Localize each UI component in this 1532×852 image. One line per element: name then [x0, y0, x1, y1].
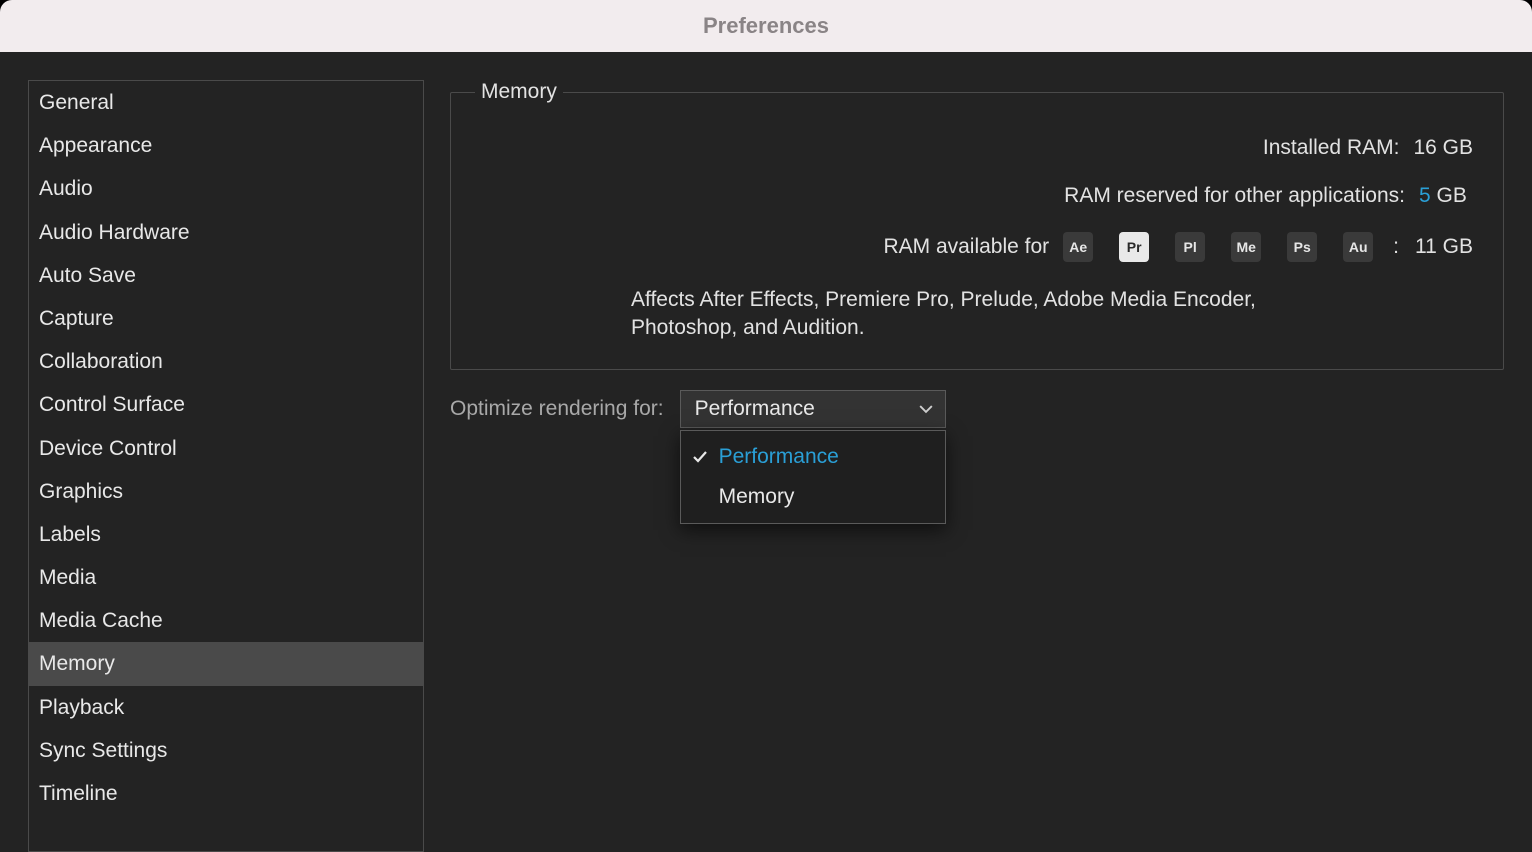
window-titlebar: Preferences [0, 0, 1532, 52]
reserved-ram-row: RAM reserved for other applications: 5 G… [481, 184, 1473, 208]
app-icon-me: Me [1231, 232, 1261, 262]
app-icon-pl: Pl [1175, 232, 1205, 262]
sidebar-item-memory[interactable]: Memory [29, 642, 423, 685]
sidebar-item-auto-save[interactable]: Auto Save [29, 254, 423, 297]
preferences-body: GeneralAppearanceAudioAudio HardwareAuto… [0, 52, 1532, 852]
check-icon [691, 449, 709, 465]
sidebar-item-device-control[interactable]: Device Control [29, 427, 423, 470]
installed-ram-row: Installed RAM: 16 GB [481, 136, 1473, 160]
sidebar-item-graphics[interactable]: Graphics [29, 470, 423, 513]
app-icon-au: Au [1343, 232, 1373, 262]
sidebar-item-media-cache[interactable]: Media Cache [29, 599, 423, 642]
reserved-ram-label: RAM reserved for other applications: [1064, 184, 1405, 208]
sidebar-item-collaboration[interactable]: Collaboration [29, 340, 423, 383]
installed-ram-value: 16 GB [1413, 136, 1473, 160]
sidebar-item-timeline[interactable]: Timeline [29, 772, 423, 815]
optimize-dropdown[interactable]: Performance [680, 390, 946, 428]
optimize-dropdown-menu: Performance Memory [680, 430, 946, 524]
app-icon-ps: Ps [1287, 232, 1317, 262]
affects-text: Affects After Effects, Premiere Pro, Pre… [631, 286, 1311, 343]
reserved-ram-number: 5 [1419, 184, 1431, 207]
sidebar-item-appearance[interactable]: Appearance [29, 124, 423, 167]
memory-legend: Memory [475, 80, 563, 104]
sidebar-item-control-surface[interactable]: Control Surface [29, 383, 423, 426]
optimize-option-performance[interactable]: Performance [681, 437, 945, 477]
reserved-ram-unit: GB [1431, 184, 1467, 207]
sidebar-item-capture[interactable]: Capture [29, 297, 423, 340]
optimize-option-memory[interactable]: Memory [681, 477, 945, 517]
optimize-row: Optimize rendering for: Performance Perf… [450, 390, 1504, 428]
installed-ram-label: Installed RAM: [1263, 136, 1400, 160]
optimize-option-label: Memory [719, 485, 795, 509]
available-ram-value: 11 GB [1415, 235, 1473, 259]
window-title: Preferences [703, 13, 829, 39]
optimize-selected: Performance [695, 397, 815, 421]
optimize-dropdown-wrap: Performance PerformanceMemory [680, 390, 946, 428]
preferences-window: Preferences GeneralAppearanceAudioAudio … [0, 0, 1532, 852]
sidebar-item-media[interactable]: Media [29, 556, 423, 599]
sidebar-item-audio-hardware[interactable]: Audio Hardware [29, 211, 423, 254]
chevron-down-icon [919, 402, 933, 416]
optimize-option-label: Performance [719, 445, 839, 469]
sidebar-item-playback[interactable]: Playback [29, 686, 423, 729]
available-colon: : [1393, 235, 1399, 259]
app-icon-pr: Pr [1119, 232, 1149, 262]
app-icons: Ae Pr Pl Me Ps Au [1063, 232, 1373, 262]
sidebar-item-audio[interactable]: Audio [29, 167, 423, 210]
preferences-sidebar: GeneralAppearanceAudioAudio HardwareAuto… [28, 80, 424, 852]
optimize-label: Optimize rendering for: [450, 397, 664, 421]
memory-fieldset: Memory Installed RAM: 16 GB RAM reserved… [450, 80, 1504, 370]
sidebar-item-labels[interactable]: Labels [29, 513, 423, 556]
available-ram-label: RAM available for [883, 235, 1049, 259]
available-ram-row: RAM available for Ae Pr Pl Me Ps Au : 11 GB [481, 232, 1473, 262]
preferences-main: Memory Installed RAM: 16 GB RAM reserved… [450, 80, 1504, 852]
sidebar-item-sync-settings[interactable]: Sync Settings [29, 729, 423, 772]
reserved-ram-value[interactable]: 5 GB [1419, 184, 1473, 208]
app-icon-ae: Ae [1063, 232, 1093, 262]
sidebar-item-general[interactable]: General [29, 81, 423, 124]
